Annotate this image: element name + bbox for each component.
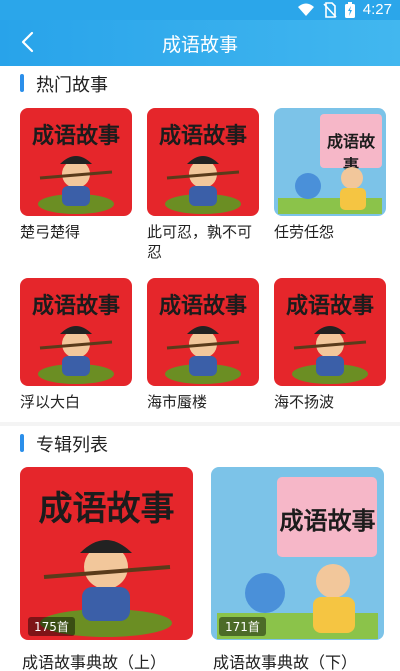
page-title: 成语故事 xyxy=(161,34,238,56)
hot-stories-section: 热门故事 成语故事 楚弓楚得 成语故事 此可忍，孰不可忍 成语故事 任劳任怨 成… xyxy=(0,66,400,422)
story-cover: 成语故事 xyxy=(274,278,386,386)
cover-title: 成语故事 xyxy=(31,293,120,319)
section-marker xyxy=(20,434,24,452)
app-bar: 成语故事 xyxy=(0,20,400,66)
section-marker xyxy=(20,74,24,92)
cover-illustration xyxy=(278,167,382,214)
cover-title: 成语故事 xyxy=(285,293,374,319)
story-title: 此可忍，孰不可忍 xyxy=(147,223,253,261)
section-title: 热门故事 xyxy=(36,75,108,96)
story-cover: 成语故事 xyxy=(20,108,132,216)
cover-illustration xyxy=(38,326,114,384)
story-title: 海不扬波 xyxy=(274,393,335,411)
album-cover: 成语故事 171首 xyxy=(211,467,384,640)
album-cover: 成语故事 175首 xyxy=(20,467,193,640)
story-cover: 成语故事 xyxy=(20,278,132,386)
cover-illustration xyxy=(292,326,368,384)
cover-illustration xyxy=(165,156,241,214)
section-header: 热门故事 xyxy=(0,66,400,100)
story-title: 浮以大白 xyxy=(20,393,81,411)
story-title: 楚弓楚得 xyxy=(20,223,81,241)
track-count-badge: 171首 xyxy=(219,617,266,636)
cover-illustration xyxy=(165,326,241,384)
battery-charging-icon xyxy=(344,1,355,18)
cover-title: 成语故事 xyxy=(31,123,120,149)
story-title: 任劳任怨 xyxy=(274,223,335,241)
section-title: 专辑列表 xyxy=(36,435,108,456)
cover-title: 成语故事 xyxy=(38,489,175,529)
no-sim-icon xyxy=(323,1,337,18)
album-title: 成语故事典故（上） xyxy=(22,653,167,671)
status-icons: 4:27 xyxy=(297,1,392,18)
section-header: 专辑列表 xyxy=(0,426,400,460)
story-cover: 成语故事 xyxy=(274,108,386,216)
story-cover: 成语故事 xyxy=(147,278,259,386)
albums-section: 专辑列表 成语故事 175首 成语故事典故（上） 成语故事 171首 成语故事典… xyxy=(0,426,400,671)
cover-title: 成语故事 xyxy=(279,506,376,535)
status-time: 4:27 xyxy=(362,1,392,18)
cover-illustration xyxy=(38,156,114,214)
album-title: 成语故事典故（下） xyxy=(213,653,358,671)
status-bar: 4:27 xyxy=(0,0,400,20)
story-cover: 成语故事 xyxy=(147,108,259,216)
cover-title: 成语故事 xyxy=(158,293,247,319)
cover-title: 成语故事 xyxy=(158,123,247,149)
track-count-badge: 175首 xyxy=(28,617,75,636)
wifi-icon xyxy=(297,3,314,16)
story-title: 海市蜃楼 xyxy=(147,393,208,411)
